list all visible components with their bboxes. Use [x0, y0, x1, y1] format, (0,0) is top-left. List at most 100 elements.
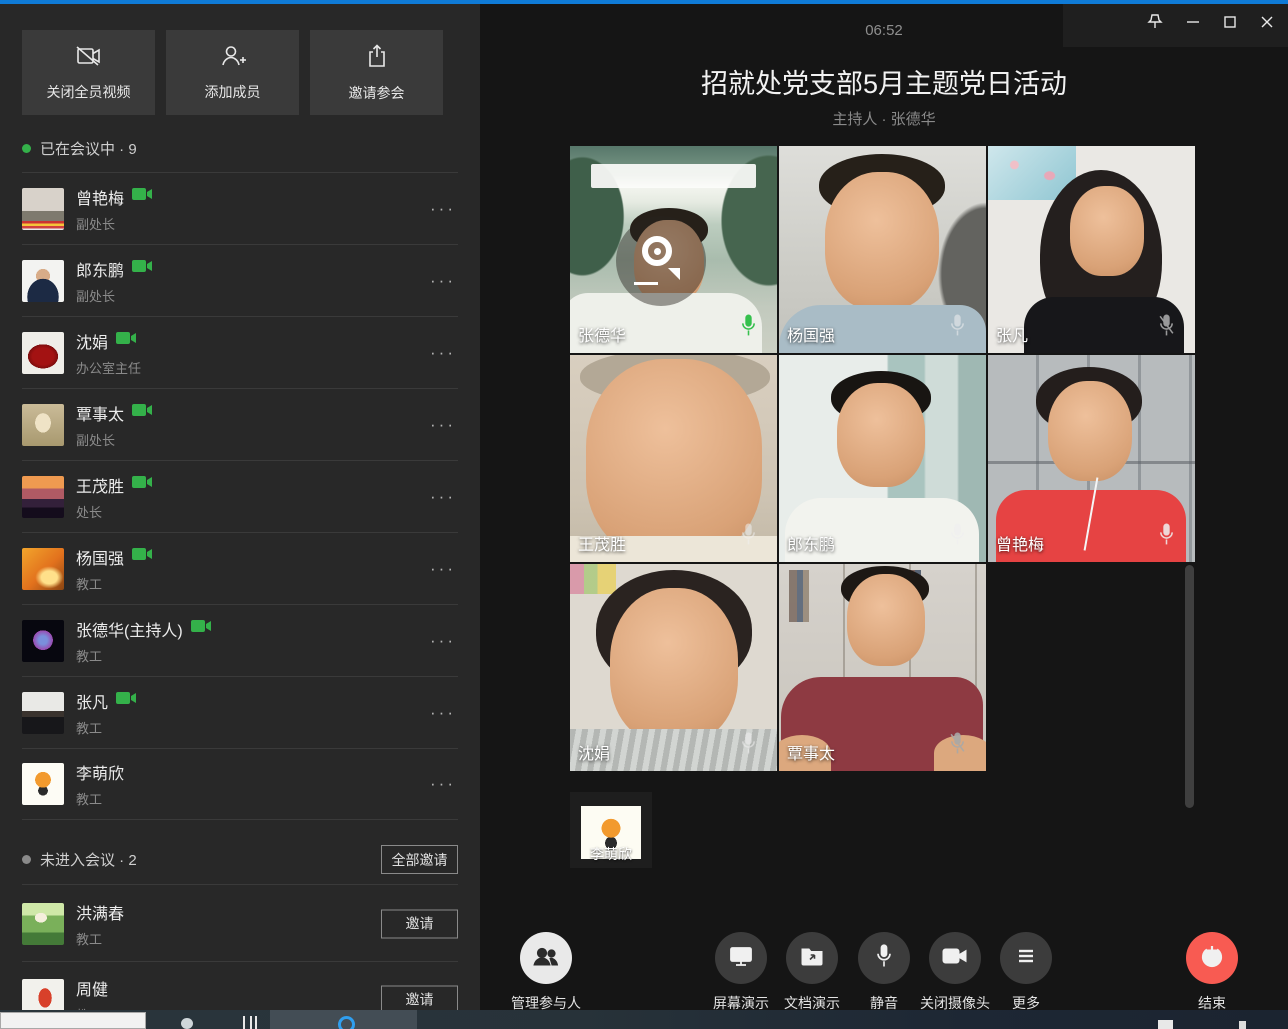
- person-add-icon: [218, 44, 248, 73]
- doc-share-icon: [800, 946, 824, 971]
- participant-name: 张德华(主持人): [76, 617, 183, 641]
- more-options-button[interactable]: ···: [430, 703, 456, 723]
- avatar: [22, 903, 64, 945]
- avatar: [22, 188, 64, 230]
- taskbar-tray-icon[interactable]: [1158, 1020, 1173, 1029]
- people-icon: [532, 945, 560, 972]
- not-joined-label: 未进入会议 · 2: [40, 849, 137, 870]
- more-options-button[interactable]: ···: [430, 559, 456, 579]
- window-accent-border: [0, 0, 1288, 4]
- meeting-title: 招就处党支部5月主题党日活动: [480, 62, 1288, 101]
- taskbar-task-view-icon[interactable]: [243, 1016, 259, 1029]
- video-tile[interactable]: 郎东鹏: [779, 355, 986, 562]
- participant-name: 覃事太: [76, 401, 124, 425]
- tile-name-label: 张凡: [996, 322, 1028, 346]
- video-tile[interactable]: 王茂胜: [570, 355, 777, 562]
- participant-name: 杨国强: [76, 545, 124, 569]
- action-label: 添加成员: [205, 82, 261, 102]
- participant-row[interactable]: 郎东鹏 副处长 ···: [22, 244, 458, 316]
- action-label: 关闭全员视频: [47, 82, 131, 102]
- camera-on-icon: [132, 475, 153, 494]
- avatar: [22, 404, 64, 446]
- participant-role: 教工: [76, 574, 153, 593]
- participant-list: 曾艳梅 副处长 ··· 郎东鹏: [22, 172, 458, 820]
- avatar: [22, 548, 64, 590]
- more-options-button[interactable]: ···: [430, 271, 456, 291]
- more-options-button[interactable]: ···: [430, 199, 456, 219]
- more-button[interactable]: 更多: [966, 932, 1086, 1013]
- participant-row[interactable]: 洪满春 教工 邀请: [22, 886, 458, 962]
- participant-role: 副处长: [76, 286, 153, 305]
- tile-name-label: 王茂胜: [578, 531, 626, 555]
- taskbar-active-app[interactable]: [270, 1010, 417, 1029]
- action-label: 邀请参会: [349, 83, 405, 103]
- video-grid: 张德华 杨国强: [570, 146, 1195, 771]
- participant-name: 李萌欣: [76, 760, 124, 784]
- participant-row[interactable]: 杨国强 教工 ···: [22, 532, 458, 604]
- banner: [591, 164, 757, 188]
- taskbar-cortana-icon[interactable]: [181, 1018, 193, 1029]
- tile-name-label: 沈娟: [578, 740, 610, 764]
- video-tile[interactable]: 张德华: [570, 146, 777, 353]
- participant-name: 郎东鹏: [76, 257, 124, 281]
- mic-on-icon: [949, 313, 966, 343]
- tile-name-label: 郎东鹏: [787, 531, 835, 555]
- windows-taskbar: [0, 1010, 1288, 1029]
- participant-role: 教工: [76, 929, 124, 948]
- avatar: [22, 763, 64, 805]
- mic-icon: [875, 943, 893, 974]
- close-all-video-button[interactable]: 关闭全员视频: [22, 30, 155, 115]
- more-options-button[interactable]: ···: [430, 415, 456, 435]
- mic-on-icon: [1158, 522, 1175, 552]
- video-tile[interactable]: 曾艳梅: [988, 355, 1195, 562]
- more-options-button[interactable]: ···: [430, 343, 456, 363]
- tile-name-label: 李萌欣: [570, 844, 652, 864]
- participant-name: 王茂胜: [76, 473, 124, 497]
- video-tile[interactable]: 沈娟: [570, 564, 777, 771]
- participant-role: 教工: [76, 718, 137, 737]
- participant-name: 周健: [76, 976, 108, 1000]
- participant-row[interactable]: 沈娟 办公室主任 ···: [22, 316, 458, 388]
- participant-row[interactable]: 王茂胜 处长 ···: [22, 460, 458, 532]
- avatar: [22, 620, 64, 662]
- meeting-window: 关闭全员视频 添加成员: [0, 0, 1288, 1029]
- participant-row[interactable]: 张德华(主持人) 教工 ···: [22, 604, 458, 676]
- participant-role: 教工: [76, 789, 124, 808]
- browser-icon: [338, 1016, 355, 1029]
- power-icon: [1200, 944, 1224, 973]
- video-tile[interactable]: 杨国强: [779, 146, 986, 353]
- video-tile[interactable]: 张凡: [988, 146, 1195, 353]
- avatar: [22, 332, 64, 374]
- tile-name-label: 曾艳梅: [996, 531, 1044, 555]
- invite-all-button[interactable]: 全部邀请: [381, 845, 458, 874]
- tile-name-label: 覃事太: [787, 740, 835, 764]
- more-options-button[interactable]: ···: [430, 774, 456, 794]
- more-options-button[interactable]: ···: [430, 631, 456, 651]
- taskbar-search-box[interactable]: [0, 1012, 146, 1029]
- camera-on-icon: [132, 187, 153, 206]
- invite-button[interactable]: 邀请: [381, 909, 458, 938]
- camera-overlay-icon: [616, 216, 706, 306]
- participant-name: 张凡: [76, 689, 108, 713]
- manage-participants-button[interactable]: 管理参与人: [486, 932, 606, 1013]
- taskbar-tray-icon[interactable]: [1239, 1021, 1246, 1029]
- more-options-button[interactable]: ···: [430, 487, 456, 507]
- participant-row[interactable]: 曾艳梅 副处长 ···: [22, 172, 458, 244]
- mic-on-icon: [740, 522, 757, 552]
- invite-to-meeting-button[interactable]: 邀请参会: [310, 30, 443, 115]
- participant-role: 处长: [76, 502, 153, 521]
- participant-row[interactable]: 李萌欣 教工 ···: [22, 748, 458, 820]
- video-tile[interactable]: 覃事太: [779, 564, 986, 771]
- grid-scrollbar[interactable]: [1185, 565, 1194, 808]
- video-thumbnail-tile[interactable]: 李萌欣: [570, 792, 652, 868]
- add-member-button[interactable]: 添加成员: [166, 30, 299, 115]
- tile-name-label: 张德华: [578, 322, 626, 346]
- camera-on-icon: [132, 403, 153, 422]
- avatar: [22, 260, 64, 302]
- screen-share-icon: [729, 945, 753, 972]
- participant-role: 副处长: [76, 430, 153, 449]
- participant-row[interactable]: 覃事太 副处长 ···: [22, 388, 458, 460]
- end-meeting-button[interactable]: 结束: [1152, 932, 1272, 1013]
- participant-row[interactable]: 张凡 教工 ···: [22, 676, 458, 748]
- mic-on-icon: [740, 731, 757, 761]
